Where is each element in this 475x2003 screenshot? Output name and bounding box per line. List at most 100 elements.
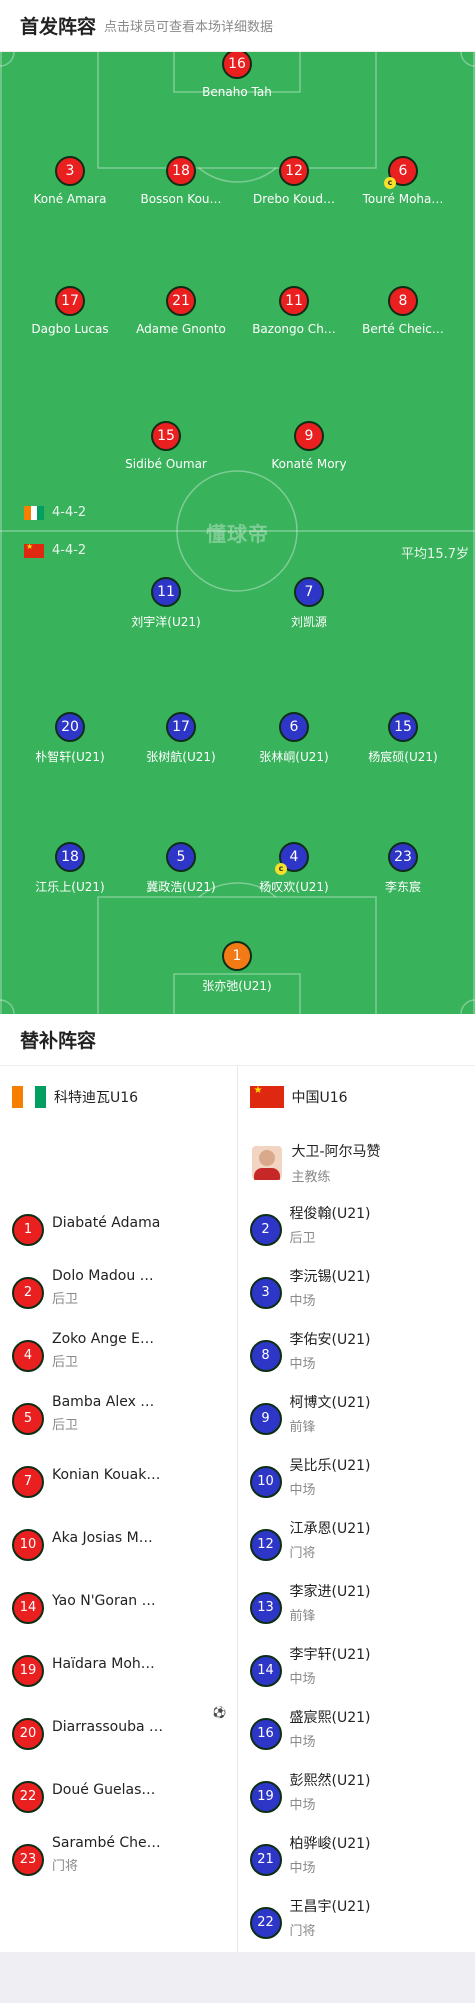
- player-name: Bazongo Ch…: [252, 322, 336, 336]
- sub-player-row[interactable]: 20 Diarrassouba … ⚽: [0, 1702, 237, 1765]
- home-player[interactable]: 6 c Touré Moha…: [341, 156, 465, 206]
- sub-player-row[interactable]: 21 柏骅峻(U21) 中场: [238, 1828, 475, 1891]
- away-goalkeeper[interactable]: 1 张亦弛(U21): [175, 941, 299, 994]
- sub-player-number: 7: [12, 1465, 44, 1498]
- away-player[interactable]: 5 冀政浩(U21): [119, 842, 243, 895]
- coach-row[interactable]: 大卫-阿尔马赞 主教练: [238, 1128, 475, 1198]
- sub-player-position: 中场: [289, 1483, 316, 1498]
- sub-player-row[interactable]: 4 Zoko Ange E… 后卫: [0, 1324, 237, 1387]
- sub-player-row[interactable]: 19 彭熙然(U21) 中场: [238, 1765, 475, 1828]
- sub-player-number: 23: [12, 1843, 44, 1876]
- sub-player-row[interactable]: 7 Konian Kouak…: [0, 1450, 237, 1513]
- sub-player-name: 柯博文(U21): [289, 1395, 371, 1411]
- player-name: Konaté Mory: [271, 457, 347, 471]
- sub-player-name: 盛宸熙(U21): [289, 1710, 371, 1726]
- sub-player-row[interactable]: 16 盛宸熙(U21) 中场: [238, 1702, 475, 1765]
- player-number: 15: [388, 712, 418, 742]
- home-player[interactable]: 3 Koné Amara: [8, 156, 132, 206]
- away-player[interactable]: 11 刘宇洋(U21): [104, 577, 228, 630]
- sub-player-position: 门将: [289, 1546, 316, 1561]
- sub-player-number: 1: [12, 1213, 44, 1246]
- sub-player-position: 后卫: [52, 1418, 79, 1433]
- home-player[interactable]: 21 Adame Gnonto: [119, 286, 243, 336]
- away-subs-column: 中国U16 大卫-阿尔马赞 主教练 2 程俊翰(U21) 后卫 3 李沅锡(U21) 中场…: [238, 1066, 475, 1952]
- sub-player-row[interactable]: 13 李家进(U21) 前锋: [238, 1576, 475, 1639]
- sub-player-row[interactable]: 5 Bamba Alex … 后卫: [0, 1387, 237, 1450]
- home-player[interactable]: 15 Sidibé Oumar: [104, 421, 228, 471]
- goal-ball-icon: ⚽: [212, 1706, 227, 1719]
- player-number: 15: [151, 421, 181, 451]
- sub-player-number: 20: [12, 1717, 44, 1750]
- sub-player-row[interactable]: 19 Haïdara Moh…: [0, 1639, 237, 1702]
- sub-player-row[interactable]: 9 柯博文(U21) 前锋: [238, 1387, 475, 1450]
- sub-player-name: 李佑安(U21): [289, 1332, 371, 1348]
- player-name: 江乐上(U21): [35, 880, 105, 894]
- ivory-coast-flag-icon: [12, 1086, 46, 1108]
- lineup-header: 首发阵容 点击球员可查看本场详细数据: [0, 0, 475, 52]
- sub-player-row[interactable]: 1 Diabaté Adama: [0, 1198, 237, 1261]
- away-player[interactable]: 6 张林峒(U21): [232, 712, 356, 765]
- sub-player-row[interactable]: 10 吴比乐(U21) 中场: [238, 1450, 475, 1513]
- sub-player-position: 前锋: [289, 1420, 316, 1435]
- player-number-text: 6: [398, 163, 408, 179]
- away-player[interactable]: 7 刘凯源: [247, 577, 371, 630]
- home-player[interactable]: 18 Bosson Kou…: [119, 156, 243, 206]
- sub-player-info: Haïdara Moh…: [52, 1656, 155, 1676]
- sub-player-row[interactable]: 22 王昌宇(U21) 门将: [238, 1891, 475, 1954]
- sub-player-name: Aka Josias M…: [52, 1529, 153, 1546]
- sub-player-info: 吴比乐(U21) 中场: [290, 1455, 371, 1498]
- sub-player-number: 22: [249, 1906, 282, 1939]
- sub-player-row[interactable]: 10 Aka Josias M…: [0, 1513, 237, 1576]
- away-player[interactable]: 23 李东宸: [341, 842, 465, 895]
- sub-player-number: 12: [249, 1528, 282, 1561]
- home-player[interactable]: 11 Bazongo Ch…: [232, 286, 356, 336]
- sub-player-row[interactable]: 2 程俊翰(U21) 后卫: [238, 1198, 475, 1261]
- away-player[interactable]: 17 张树航(U21): [119, 712, 243, 765]
- sub-player-info: 李宇轩(U21) 中场: [290, 1644, 371, 1687]
- home-player[interactable]: 16 Benaho Tah: [175, 52, 299, 99]
- captain-badge: c: [384, 177, 396, 189]
- away-player[interactable]: 20 朴智轩(U21): [8, 712, 132, 765]
- away-player[interactable]: 15 杨宸硕(U21): [341, 712, 465, 765]
- player-number: 6c: [384, 156, 418, 189]
- home-player[interactable]: 8 Berté Cheic…: [341, 286, 465, 336]
- sub-player-row[interactable]: 8 李佑安(U21) 中场: [238, 1324, 475, 1387]
- sub-player-name: 王昌宇(U21): [289, 1899, 371, 1915]
- player-number: 3: [55, 156, 85, 186]
- subs-header: 替补阵容: [0, 1014, 475, 1066]
- home-player[interactable]: 17 Dagbo Lucas: [8, 286, 132, 336]
- coach-role: 主教练: [291, 1170, 331, 1185]
- player-number: 5: [166, 842, 196, 872]
- sub-player-position: 后卫: [289, 1231, 316, 1246]
- sub-player-row[interactable]: 22 Doué Guelas…: [0, 1765, 237, 1828]
- lineup-title: 首发阵容: [20, 16, 97, 38]
- sub-player-row[interactable]: 14 Yao N'Goran …: [0, 1576, 237, 1639]
- player-number: 18: [166, 156, 196, 186]
- away-player[interactable]: 4 c 杨叹欢(U21): [232, 842, 356, 895]
- subs-title: 替补阵容: [20, 1030, 97, 1052]
- sub-player-info: Doué Guelas…: [52, 1782, 155, 1802]
- player-name: 李东宸: [384, 880, 421, 894]
- home-formation-label: 4-4-2: [52, 505, 87, 520]
- player-name: Bosson Kou…: [140, 192, 222, 206]
- sub-player-number: 19: [249, 1780, 282, 1813]
- sub-player-row[interactable]: 23 Sarambé Che… 门将: [0, 1828, 237, 1891]
- sub-player-row[interactable]: 2 Dolo Madou … 后卫: [0, 1261, 237, 1324]
- player-name: 刘凯源: [290, 615, 327, 629]
- china-flag-icon: [249, 1085, 284, 1108]
- away-team-row: 中国U16: [238, 1066, 475, 1128]
- player-name: Berté Cheic…: [362, 322, 444, 336]
- sub-player-info: 柏骅峻(U21) 中场: [290, 1833, 371, 1876]
- china-flag-icon: [24, 542, 44, 558]
- sub-player-row[interactable]: 3 李沅锡(U21) 中场: [238, 1261, 475, 1324]
- home-player[interactable]: 12 Drebo Koud…: [232, 156, 356, 206]
- player-name: Sidibé Oumar: [125, 457, 207, 471]
- away-player[interactable]: 18 江乐上(U21): [8, 842, 132, 895]
- sub-player-position: 门将: [289, 1924, 316, 1939]
- home-player[interactable]: 9 Konaté Mory: [247, 421, 371, 471]
- sub-player-row[interactable]: 12 江承恩(U21) 门将: [238, 1513, 475, 1576]
- sub-player-info: Sarambé Che… 门将: [52, 1835, 161, 1874]
- sub-player-name: 江承恩(U21): [289, 1521, 371, 1537]
- player-number: 4c: [275, 842, 309, 875]
- sub-player-row[interactable]: 14 李宇轩(U21) 中场: [238, 1639, 475, 1702]
